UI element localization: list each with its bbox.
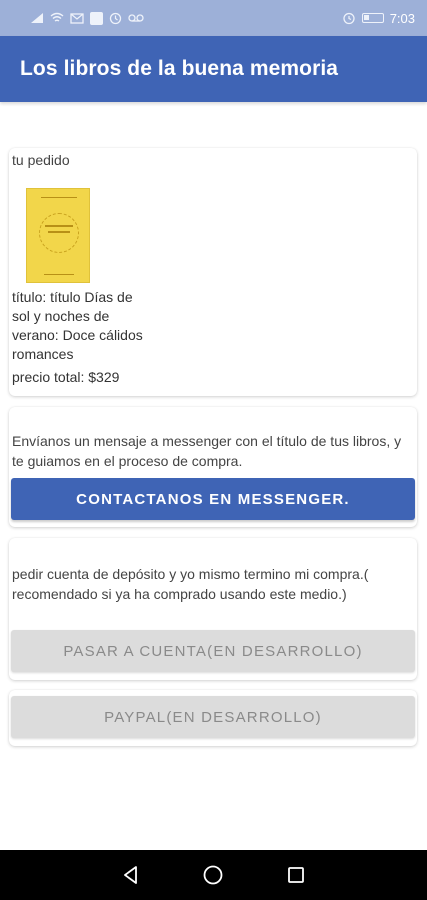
contact-messenger-button[interactable]: CONTACTANOS EN MESSENGER.	[11, 478, 415, 520]
book-cover-image[interactable]	[26, 188, 90, 283]
navigation-bar	[0, 850, 427, 900]
status-right-icons: 7:03	[342, 11, 415, 26]
app-title: Los libros de la buena memoria	[20, 57, 339, 80]
total-price: precio total: $329	[12, 369, 120, 385]
recents-icon[interactable]	[276, 855, 316, 895]
order-card: tu pedido título: título Días de sol y n…	[9, 148, 417, 396]
status-time: 7:03	[389, 10, 415, 26]
app-bar: Los libros de la buena memoria	[0, 36, 427, 102]
sun-illustration	[39, 213, 79, 253]
status-bar: 7:03	[0, 0, 427, 36]
alarm-icon	[343, 12, 355, 25]
shield-icon	[90, 11, 103, 25]
home-icon[interactable]	[193, 855, 233, 895]
cover-title-line	[45, 225, 73, 227]
voicemail-icon	[128, 14, 144, 22]
back-icon[interactable]	[111, 855, 151, 895]
cover-author-line	[41, 197, 77, 198]
messenger-card: Envíanos un mensaje a messenger con el t…	[9, 407, 417, 527]
pay-to-account-button[interactable]: PASAR A CUENTA(EN DESARROLLO)	[11, 630, 415, 672]
signal-icon	[31, 13, 43, 23]
status-left-icons	[30, 11, 144, 25]
messenger-instructions: Envíanos un mensaje a messenger con el t…	[12, 433, 402, 469]
deposit-card: pedir cuenta de depósito y yo mismo term…	[9, 538, 417, 680]
cover-title-line	[48, 231, 70, 233]
paypal-button[interactable]: PAYPAL(EN DESARROLLO)	[11, 696, 415, 738]
deposit-instructions: pedir cuenta de depósito y yo mismo term…	[12, 566, 369, 602]
sync-icon	[109, 12, 122, 24]
order-label: tu pedido	[12, 152, 70, 168]
book-title: título: título Días de sol y noches de v…	[12, 289, 143, 362]
paypal-card: PAYPAL(EN DESARROLLO)	[9, 690, 417, 746]
wifi-icon	[50, 12, 64, 22]
battery-icon	[361, 13, 384, 23]
cover-publisher-line	[44, 274, 74, 275]
mail-icon	[70, 12, 84, 24]
